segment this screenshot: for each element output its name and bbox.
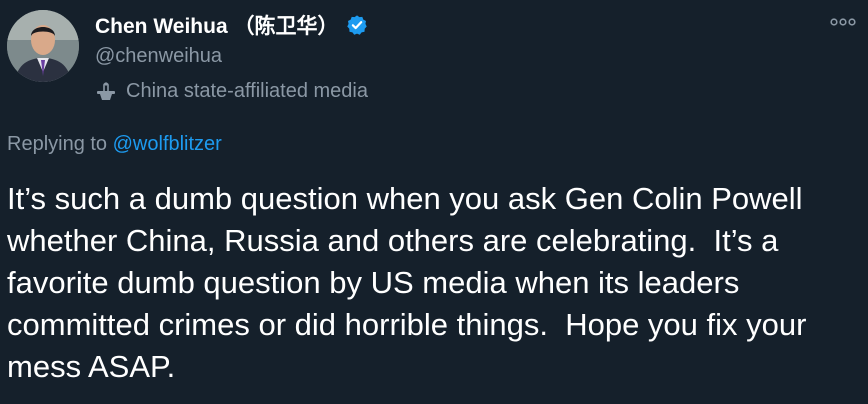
podium-icon [95,80,117,102]
avatar-image [7,10,79,82]
verified-badge-icon [346,14,368,36]
replying-to: Replying to @wolfblitzer [7,133,222,156]
reply-mention-link[interactable]: @wolfblitzer [113,133,222,155]
name-row: Chen Weihua （陈卫华） [95,10,368,40]
tweet-text: It’s such a dumb question when you ask G… [7,181,816,384]
state-media-label[interactable]: China state-affiliated media [95,78,368,104]
state-media-label-text: China state-affiliated media [126,79,368,102]
handle[interactable]: @chenweihua [95,42,368,70]
display-name[interactable]: Chen Weihua （陈卫华） [95,10,338,40]
more-options-button[interactable] [830,12,856,32]
tweet-header: Chen Weihua （陈卫华） @chenweihua China stat… [95,10,368,104]
tweet: Chen Weihua （陈卫华） @chenweihua China stat… [0,0,868,404]
replying-to-prefix: Replying to [7,133,113,155]
more-icon [830,18,856,26]
avatar[interactable] [7,10,79,82]
